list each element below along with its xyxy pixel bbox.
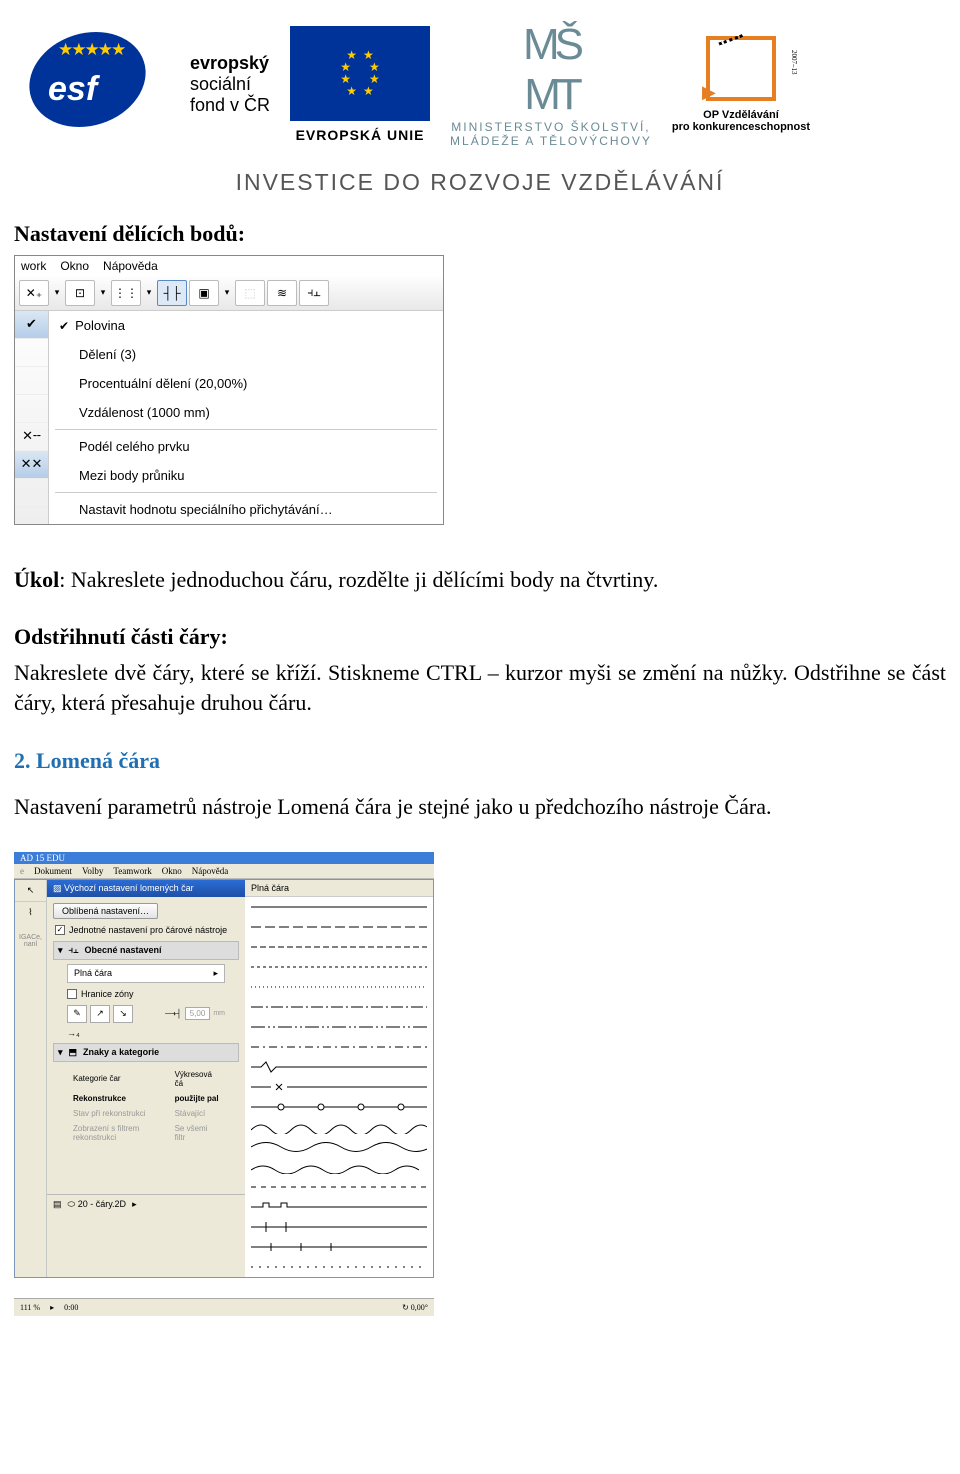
menu-item-distance[interactable]: Vzdálenost (1000 mm) — [49, 398, 443, 427]
linetype-option[interactable] — [245, 977, 433, 997]
tool-icon[interactable]: ≋ — [267, 280, 297, 306]
status-bar: 111 % ▸ 0:00 ↻ 0,00° — [14, 1298, 434, 1316]
app-menubar: work Okno Nápověda — [15, 256, 443, 276]
banner-tagline: INVESTICE DO ROZVOJE VZDĚLÁVÁNÍ — [0, 169, 960, 196]
weight-input[interactable]: 5,00 — [185, 1007, 211, 1020]
section-polyline: 2. Lomená čára — [14, 748, 946, 774]
menu-item-set-snap[interactable]: Nastavit hodnotu speciálního přichytáván… — [49, 495, 443, 524]
linetype-option[interactable] — [245, 1017, 433, 1037]
toolbox: ↖ ⌇ IGACe, nanl — [15, 880, 47, 1277]
tool-icon[interactable]: ⬚ — [235, 280, 265, 306]
heading-trim: Odstřihnutí části čáry: — [14, 624, 946, 650]
tool-icon[interactable]: ▣ — [189, 280, 219, 306]
snap-mode-along-icon[interactable]: ✕╌ — [15, 423, 48, 451]
tool-polyline-icon[interactable]: ⌇ — [15, 902, 46, 924]
menubar-item[interactable]: work — [21, 259, 46, 273]
arrow-icon[interactable]: ↗ — [90, 1005, 110, 1023]
linetype-option[interactable] — [245, 897, 433, 917]
linetype-option[interactable] — [245, 1157, 433, 1177]
snap-mode-item[interactable] — [15, 479, 48, 507]
menubar-item[interactable]: Nápověda — [103, 259, 158, 273]
tool-icon[interactable]: ⫞⫠ — [299, 280, 329, 306]
snap-mode-check[interactable]: ✔ — [15, 311, 48, 339]
snap-mode-column: ✔ ✕╌ ✕✕ — [15, 311, 49, 524]
tool-icon[interactable]: ✕₊ — [19, 280, 49, 306]
status-time: 0:00 — [64, 1303, 78, 1312]
snap-mode-between-icon[interactable]: ✕✕ — [15, 451, 48, 479]
snap-mode-item[interactable] — [15, 395, 48, 423]
tool-arrow-icon[interactable]: ↖ — [15, 880, 46, 902]
polyline-intro: Nastavení parametrů nástroje Lomená čára… — [14, 792, 946, 822]
linetype-option[interactable] — [245, 957, 433, 977]
snap-menu-screenshot: work Okno Nápověda ✕₊▾ ⊡▾ ⋮⋮▾ ┤├ ▣▾ ⬚ ≋ … — [14, 255, 444, 525]
linetype-option[interactable] — [245, 1117, 433, 1137]
menubar-item[interactable]: Nápověda — [192, 866, 228, 876]
polyline-settings-screenshot: AD 15 EDU e Dokument Volby Teamwork Okno… — [14, 852, 946, 1316]
palette-title: Plná čára — [245, 880, 433, 897]
uniform-checkbox[interactable]: ✓ Jednotné nastavení pro čárové nástroje — [55, 925, 237, 935]
esf-text: evropský sociální fond v ČR — [190, 53, 270, 115]
funding-banner: ★★★★★ esf evropský sociální fond v ČR ★ … — [0, 0, 960, 159]
tool-icon[interactable]: ⋮⋮ — [111, 280, 141, 306]
pen-icon[interactable]: ✎ — [67, 1005, 87, 1023]
favorites-button[interactable]: Oblíbená nastavení… — [53, 903, 158, 919]
layer-selector[interactable]: ▤ ⬭ 20 - čáry.2D ▸ — [47, 1194, 245, 1214]
opvk-logo: ▶ 2007–13 OP Vzdělávání pro konkurencesc… — [672, 36, 810, 133]
app-menubar-2: e Dokument Volby Teamwork Okno Nápověda — [14, 864, 434, 879]
pen-weight-row: ✎ ↗ ↘ ⟶┤ 5,00 mm — [67, 1005, 225, 1023]
linetype-option[interactable] — [245, 1257, 433, 1277]
menubar-item[interactable]: Okno — [60, 259, 89, 273]
linetype-option[interactable] — [245, 1077, 433, 1097]
linetype-option[interactable] — [245, 1137, 433, 1157]
section-general[interactable]: ▾⫞⫠Obecné nastavení — [53, 941, 239, 960]
linetype-option[interactable] — [245, 1237, 433, 1257]
tool-icon[interactable]: ⊡ — [65, 280, 95, 306]
categories-table: Kategorie čarVýkresová čá Rekonstrukcepo… — [67, 1066, 225, 1146]
zone-checkbox[interactable]: Hranice zóny — [67, 989, 237, 999]
menubar-item[interactable]: Volby — [82, 866, 103, 876]
menubar-item[interactable]: Teamwork — [113, 866, 151, 876]
menubar-item[interactable]: Dokument — [34, 866, 72, 876]
menubar-item[interactable]: e — [20, 866, 24, 876]
menu-item-polovina[interactable]: Polovina — [49, 311, 443, 340]
linetype-option[interactable] — [245, 1057, 433, 1077]
heading-snap-settings: Nastavení dělících bodů: — [14, 221, 946, 247]
menu-item-along[interactable]: Podél celého prvku — [49, 432, 443, 461]
toolbar: ✕₊▾ ⊡▾ ⋮⋮▾ ┤├ ▣▾ ⬚ ≋ ⫞⫠ — [15, 276, 443, 311]
dialog-titlebar: ▨ Výchozí nastavení lomených čar — [47, 880, 245, 897]
linetype-palette: Plná čára — [245, 880, 433, 1277]
linetype-option[interactable] — [245, 1197, 433, 1217]
app-title-label: AD 15 EDU — [14, 852, 434, 864]
linetype-option[interactable] — [245, 1217, 433, 1237]
menubar-item[interactable]: Okno — [162, 866, 182, 876]
snap-mode-item[interactable] — [15, 367, 48, 395]
menu-item-deleni[interactable]: Dělení (3) — [49, 340, 443, 369]
task-paragraph: Úkol: Nakreslete jednoduchou čáru, rozdě… — [14, 565, 946, 595]
zoom-level[interactable]: 111 % — [20, 1303, 40, 1312]
linetype-option[interactable] — [245, 997, 433, 1017]
linetype-option[interactable] — [245, 937, 433, 957]
arrow-icon[interactable]: ↘ — [113, 1005, 133, 1023]
menu-item-between[interactable]: Mezi body průniku — [49, 461, 443, 490]
linetype-option[interactable] — [245, 917, 433, 937]
linetype-option[interactable] — [245, 1037, 433, 1057]
eu-flag: ★ ★★ ★★ ★★ ★ EVROPSKÁ UNIE — [290, 26, 430, 143]
trim-paragraph: Nakreslete dvě čáry, které se kříží. Sti… — [14, 658, 946, 717]
snap-mode-item[interactable] — [15, 339, 48, 367]
label-text: IGACe, nanl — [15, 934, 46, 948]
esf-logo: ★★★★★ esf — [30, 32, 170, 137]
linetype-field[interactable]: Plná čára▸ — [67, 964, 225, 983]
section-categories[interactable]: ▾⬒Znaky a kategorie — [53, 1043, 239, 1062]
msmt-logo: MŠMT MINISTERSTVO ŠKOLSTVÍ, MLÁDEŽE A TĚ… — [450, 20, 652, 149]
tool-icon[interactable]: ┤├ — [157, 280, 187, 306]
linetype-option[interactable] — [245, 1097, 433, 1117]
menu-item-percent[interactable]: Procentuální dělení (20,00%) — [49, 369, 443, 398]
linetype-option[interactable] — [245, 1177, 433, 1197]
